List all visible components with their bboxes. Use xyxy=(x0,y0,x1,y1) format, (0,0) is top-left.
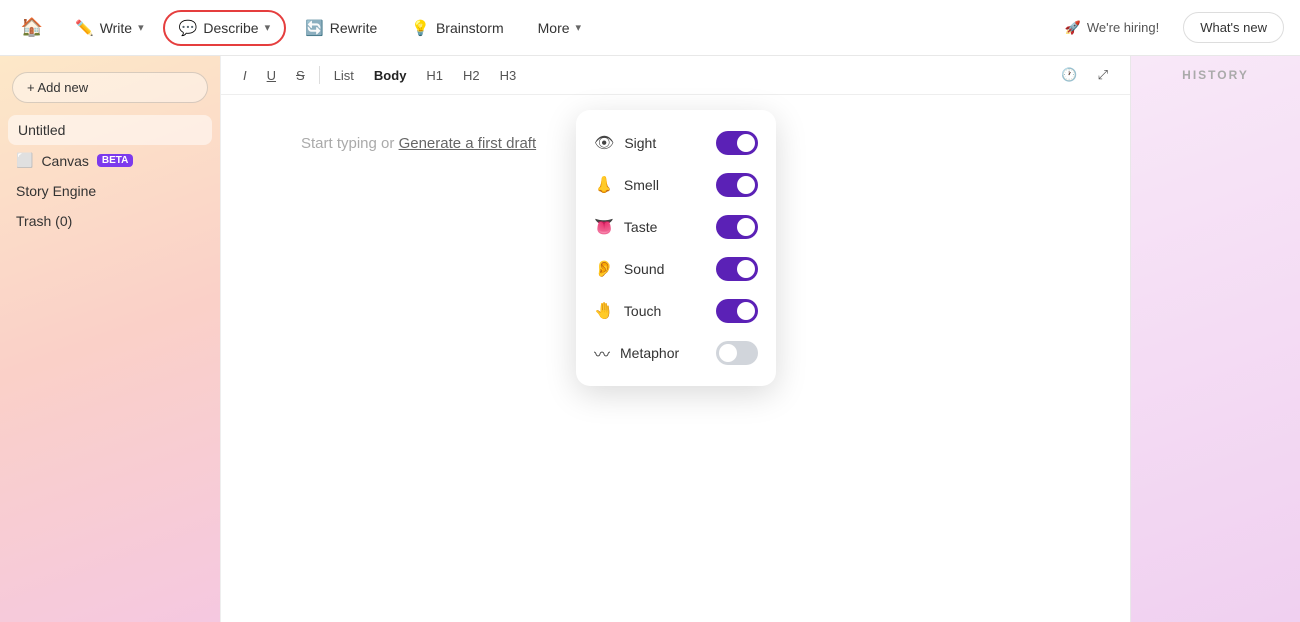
rewrite-label: Rewrite xyxy=(330,20,377,36)
taste-toggle[interactable] xyxy=(716,215,758,239)
metaphor-label: Metaphor xyxy=(620,345,679,361)
smell-left: 👃 Smell xyxy=(594,175,659,195)
dropdown-item-metaphor[interactable]: 〰 Metaphor xyxy=(576,332,776,374)
sight-icon: 👁 xyxy=(594,133,614,153)
write-button[interactable]: ✏️ Write ▾ xyxy=(60,11,159,45)
hiring-icon: 🚀 xyxy=(1065,20,1081,36)
generate-draft-link[interactable]: Generate a first draft xyxy=(399,135,537,152)
brainstorm-icon: 💡 xyxy=(411,19,430,37)
sidebar-untitled-label: Untitled xyxy=(18,122,65,138)
taste-label: Taste xyxy=(624,219,657,235)
toolbar-separator xyxy=(319,66,320,84)
sound-label: Sound xyxy=(624,261,664,277)
more-chevron: ▾ xyxy=(576,21,582,34)
body-label: Body xyxy=(374,68,407,83)
taste-left: 👅 Taste xyxy=(594,217,657,237)
expand-button[interactable]: ⤢ xyxy=(1092,64,1114,86)
underline-button[interactable]: U xyxy=(261,65,282,86)
sidebar-item-canvas[interactable]: ⬜ Canvas BETA xyxy=(0,145,220,176)
sidebar-trash-label: Trash (0) xyxy=(16,213,72,229)
metaphor-icon: 〰 xyxy=(594,341,610,365)
list-button[interactable]: List xyxy=(328,65,360,86)
h2-label: H2 xyxy=(463,68,480,83)
toolbar-buttons: ✏️ Write ▾ 💬 Describe ▾ 🔄 Rewrite 💡 Brai… xyxy=(60,10,596,46)
touch-label: Touch xyxy=(624,303,661,319)
editor-area: I U S List Body H1 H2 H3 xyxy=(220,56,1130,622)
write-chevron: ▾ xyxy=(138,21,144,34)
editor-toolbar: I U S List Body H1 H2 H3 xyxy=(221,56,1130,95)
rewrite-button[interactable]: 🔄 Rewrite xyxy=(290,11,392,45)
dropdown-item-smell[interactable]: 👃 Smell xyxy=(576,164,776,206)
home-icon[interactable]: 🏠 xyxy=(16,12,48,44)
strikethrough-label: S xyxy=(296,68,305,83)
add-new-button[interactable]: + Add new xyxy=(12,72,208,103)
sight-label: Sight xyxy=(624,135,656,151)
main-layout: + Add new Untitled ⬜ Canvas BETA Story E… xyxy=(0,56,1300,622)
hiring-label: We're hiring! xyxy=(1087,20,1159,35)
whats-new-button[interactable]: What's new xyxy=(1183,12,1284,43)
dropdown-item-taste[interactable]: 👅 Taste xyxy=(576,206,776,248)
write-label: Write xyxy=(100,20,132,36)
h1-label: H1 xyxy=(426,68,443,83)
italic-label: I xyxy=(243,68,247,83)
more-button[interactable]: More ▾ xyxy=(523,12,596,44)
underline-label: U xyxy=(267,68,276,83)
topbar-right: 🚀 We're hiring! What's new xyxy=(1051,12,1284,43)
touch-icon: 🤚 xyxy=(594,301,614,321)
add-new-label: + Add new xyxy=(27,80,88,95)
sidebar-item-trash[interactable]: Trash (0) xyxy=(0,206,220,236)
describe-icon: 💬 xyxy=(179,19,198,37)
brainstorm-button[interactable]: 💡 Brainstorm xyxy=(396,11,518,45)
history-label: HISTORY xyxy=(1182,68,1249,82)
dropdown-item-touch[interactable]: 🤚 Touch xyxy=(576,290,776,332)
sound-toggle[interactable] xyxy=(716,257,758,281)
describe-chevron: ▾ xyxy=(265,21,271,34)
h3-button[interactable]: H3 xyxy=(494,65,523,86)
sidebar-item-story-engine[interactable]: Story Engine xyxy=(0,176,220,206)
h3-label: H3 xyxy=(500,68,517,83)
sight-toggle[interactable] xyxy=(716,131,758,155)
smell-label: Smell xyxy=(624,177,659,193)
describe-label: Describe xyxy=(203,20,258,36)
dropdown-item-sight[interactable]: 👁 Sight xyxy=(576,122,776,164)
touch-left: 🤚 Touch xyxy=(594,301,661,321)
editor-toolbar-right: 🕐 ⤢ xyxy=(1055,64,1114,86)
generate-link-label: Generate a first draft xyxy=(399,135,537,152)
strikethrough-button[interactable]: S xyxy=(290,65,311,86)
h1-button[interactable]: H1 xyxy=(420,65,449,86)
italic-button[interactable]: I xyxy=(237,65,253,86)
hiring-button[interactable]: 🚀 We're hiring! xyxy=(1051,14,1174,42)
more-label: More xyxy=(538,20,570,36)
sidebar-story-engine-label: Story Engine xyxy=(16,183,96,199)
sound-icon: 👂 xyxy=(594,259,614,279)
sidebar-item-untitled[interactable]: Untitled xyxy=(8,115,212,145)
editor-placeholder: Start typing or xyxy=(301,135,394,152)
sidebar-canvas-label: Canvas xyxy=(41,153,88,169)
history-button[interactable]: 🕐 xyxy=(1055,64,1083,86)
history-panel: HISTORY xyxy=(1130,56,1300,622)
sound-left: 👂 Sound xyxy=(594,259,664,279)
topbar: 🏠 ✏️ Write ▾ 💬 Describe ▾ 🔄 Rewrite 💡 xyxy=(0,0,1300,56)
write-icon: ✏️ xyxy=(75,19,94,37)
brainstorm-label: Brainstorm xyxy=(436,20,504,36)
taste-icon: 👅 xyxy=(594,217,614,237)
sidebar: + Add new Untitled ⬜ Canvas BETA Story E… xyxy=(0,56,220,622)
sight-left: 👁 Sight xyxy=(594,133,656,153)
list-label: List xyxy=(334,68,354,83)
smell-toggle[interactable] xyxy=(716,173,758,197)
touch-toggle[interactable] xyxy=(716,299,758,323)
metaphor-left: 〰 Metaphor xyxy=(594,341,679,365)
whats-new-label: What's new xyxy=(1200,20,1267,35)
topbar-left: 🏠 ✏️ Write ▾ 💬 Describe ▾ 🔄 Rewrite 💡 xyxy=(16,10,596,46)
describe-button[interactable]: 💬 Describe ▾ xyxy=(163,10,286,46)
rewrite-icon: 🔄 xyxy=(305,19,324,37)
body-button[interactable]: Body xyxy=(368,65,413,86)
metaphor-toggle[interactable] xyxy=(716,341,758,365)
smell-icon: 👃 xyxy=(594,175,614,195)
canvas-icon: ⬜ xyxy=(16,152,33,169)
dropdown-item-sound[interactable]: 👂 Sound xyxy=(576,248,776,290)
describe-dropdown: 👁 Sight 👃 Smell 👅 Taste xyxy=(576,110,776,386)
canvas-badge: BETA xyxy=(97,154,133,167)
h2-button[interactable]: H2 xyxy=(457,65,486,86)
